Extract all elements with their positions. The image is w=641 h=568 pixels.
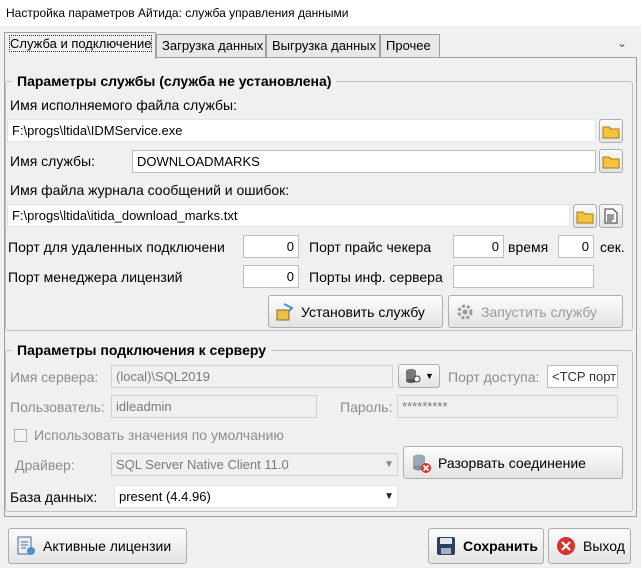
price-port-field[interactable]: 0 (453, 235, 504, 258)
tab-service-connection[interactable]: Служба и подключение (4, 32, 156, 59)
price-port-label: Порт прайс чекера (309, 239, 432, 255)
password-field[interactable]: ********* (397, 395, 618, 418)
info-ports-label: Порты инф. сервера (309, 269, 443, 285)
server-browse-button[interactable]: ▼ (398, 364, 440, 388)
tab-other[interactable]: Прочее (380, 34, 440, 58)
license-icon (17, 536, 35, 555)
exe-path-field[interactable]: F:\progs\ltida\IDMService.exe (7, 119, 596, 142)
database-disconnect-icon (413, 454, 431, 473)
start-service-button[interactable]: Запустить службу (448, 295, 623, 328)
document-icon (604, 208, 618, 224)
connection-params-legend: Параметры подключения к серверу (17, 342, 267, 358)
chevron-down-icon: ▼ (425, 371, 434, 381)
folder-icon (576, 211, 594, 224)
use-defaults-checkbox[interactable] (14, 429, 27, 442)
password-label: Пароль: (340, 399, 393, 415)
install-icon (276, 302, 294, 320)
database-select[interactable]: present (4.4.96) ▼ (114, 485, 398, 508)
chevron-down-icon: ▼ (384, 459, 394, 470)
database-label: База данных: (10, 489, 98, 505)
driver-label: Драйвер: (15, 457, 75, 473)
log-label: Имя файла журнала сообщений и ошибок: (10, 182, 290, 198)
view-log-button[interactable] (599, 204, 623, 228)
chevron-down-icon: ▼ (384, 491, 394, 502)
close-icon (557, 537, 575, 555)
remote-port-field[interactable]: 0 (243, 235, 299, 258)
access-port-label: Порт доступа: (448, 369, 540, 385)
install-service-button[interactable]: Установить службу (268, 295, 443, 328)
tab-data-loading[interactable]: Загрузка данных (156, 34, 266, 58)
server-name-field[interactable]: (local)\SQL2019 (111, 365, 393, 388)
log-path-field[interactable]: F:\progs\ltida\itida_download_marks.txt (7, 204, 570, 227)
database-server-icon (406, 369, 421, 383)
chevron-down-icon[interactable]: ⌄ (617, 36, 627, 50)
browse-name-button[interactable] (599, 149, 623, 173)
info-ports-field[interactable] (453, 265, 594, 288)
service-name-label: Имя службы: (10, 153, 95, 169)
seconds-label: сек. (600, 239, 625, 255)
folder-icon (602, 126, 620, 139)
browse-exe-button[interactable] (599, 119, 623, 143)
user-field[interactable]: idleadmin (111, 395, 317, 418)
access-port-field[interactable]: <TCP порт (547, 365, 618, 388)
disconnect-button[interactable]: Разорвать соединение (403, 446, 623, 479)
browse-log-button[interactable] (573, 204, 597, 228)
tab-data-export[interactable]: Выгрузка данных (266, 34, 380, 58)
save-button[interactable]: Сохранить (428, 528, 544, 564)
exe-label: Имя исполняемого файла службы: (10, 97, 237, 113)
time-label: время (508, 239, 549, 255)
service-name-field[interactable]: DOWNLOADMARKS (132, 150, 596, 173)
floppy-disk-icon (437, 537, 455, 555)
use-defaults-label: Использовать значения по умолчанию (34, 427, 284, 443)
server-name-label: Имя сервера: (10, 369, 99, 385)
exit-button[interactable]: Выход (548, 528, 631, 564)
remote-port-label: Порт для удаленных подключени (8, 239, 225, 255)
gear-icon (457, 304, 473, 319)
license-port-label: Порт менеджера лицензий (8, 269, 183, 285)
tab-bar: Служба и подключение Загрузка данных Выг… (4, 32, 637, 59)
window-title: Настройка параметров Айтида: служба упра… (0, 0, 641, 26)
service-params-legend: Параметры службы (служба не установлена) (17, 73, 332, 89)
user-label: Пользователь: (10, 399, 105, 415)
active-licenses-button[interactable]: Активные лицензии (8, 528, 187, 564)
license-port-field[interactable]: 0 (243, 265, 299, 288)
time-field[interactable]: 0 (558, 235, 594, 258)
folder-icon (602, 156, 620, 169)
driver-select[interactable]: SQL Server Native Client 11.0 ▼ (111, 453, 398, 476)
